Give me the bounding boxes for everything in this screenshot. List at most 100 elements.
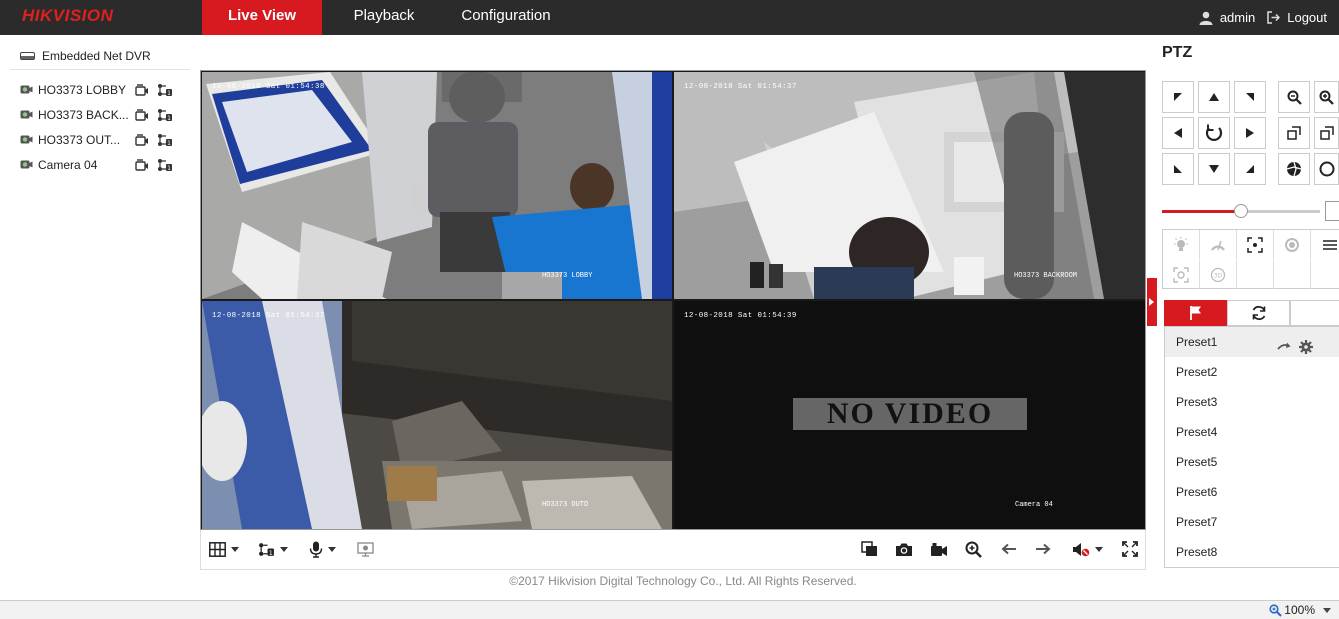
preset-item[interactable]: Preset3 (1165, 387, 1339, 417)
iris-open-button[interactable] (1278, 153, 1310, 185)
ptz-up-right-button[interactable] (1234, 81, 1266, 113)
record-toggle-icon[interactable] (135, 158, 149, 171)
video-record-icon (931, 542, 947, 556)
camera-icon (20, 110, 33, 119)
tab-preset[interactable] (1164, 300, 1227, 326)
e-ptz-icon (357, 541, 374, 557)
focus-frame-icon (1247, 236, 1263, 253)
record-toggle-icon[interactable] (135, 83, 149, 96)
capture-button[interactable] (895, 538, 913, 560)
tab-playback[interactable]: Playback (338, 0, 430, 35)
zoom-in-button[interactable] (1314, 81, 1339, 113)
stream-type-icon[interactable]: 1 (157, 158, 173, 172)
empty-slot (1311, 260, 1339, 289)
tab-patrol[interactable] (1227, 300, 1290, 326)
e-ptz-button[interactable] (357, 538, 374, 560)
ptz-speed-slider[interactable] (1162, 204, 1320, 218)
user-area: admin Logout (1199, 0, 1339, 35)
preset-item[interactable]: Preset6 (1165, 477, 1339, 507)
record-toggle-icon[interactable] (135, 133, 149, 146)
arrow-right-icon (1036, 543, 1051, 555)
preset-label: Preset2 (1176, 365, 1218, 379)
ptz-right-button[interactable] (1234, 117, 1266, 149)
record-toggle-icon[interactable] (135, 108, 149, 121)
video-tile-backroom[interactable]: 12-08-2018 Sat 01:54:37 HO3373 BACKROOM (674, 72, 1145, 299)
flag-icon (1189, 306, 1201, 320)
speaker-muted-icon (1073, 542, 1090, 556)
logout-label: Logout (1287, 10, 1327, 25)
ptz-auto-scan-button[interactable] (1198, 117, 1230, 149)
tab-configuration[interactable]: Configuration (450, 0, 562, 35)
preset-item[interactable]: Preset2 (1165, 357, 1339, 387)
zoom-in-icon (965, 541, 982, 558)
svg-text:1: 1 (167, 165, 171, 172)
refresh-icon (1252, 305, 1265, 321)
camera-item-backroom[interactable]: HO3373 BACK... 1 (10, 102, 190, 127)
lens-init-button[interactable] (1274, 230, 1311, 259)
preset-item[interactable]: Preset8 (1165, 537, 1339, 567)
video-tile-outdoor[interactable]: 12-08-2018 Sat 01:54:37 HO3373 OUTD (202, 301, 672, 529)
window-layout-button[interactable] (209, 538, 239, 560)
3d-positioning-button[interactable]: 3D (1200, 260, 1237, 289)
more-menu-button[interactable] (1311, 230, 1339, 259)
ptz-panel-toggle[interactable] (1147, 278, 1157, 326)
focus-near-button[interactable] (1278, 117, 1310, 149)
chevron-down-icon (280, 546, 288, 552)
preset-item[interactable]: Preset5 (1165, 447, 1339, 477)
ptz-down-left-button[interactable] (1162, 153, 1194, 185)
zoom-level: 100% (1284, 603, 1315, 617)
ptz-left-button[interactable] (1162, 117, 1194, 149)
tab-live-view[interactable]: Live View (202, 0, 322, 35)
audio-talk-button[interactable] (309, 538, 336, 560)
previous-page-button[interactable] (1001, 538, 1017, 560)
svg-text:3D: 3D (1214, 272, 1223, 279)
stream-type-icon[interactable]: 1 (157, 83, 173, 97)
ptz-function-panel: 3D (1162, 229, 1339, 289)
grid-layout-icon (209, 541, 226, 557)
browser-status-bar: 100% (0, 600, 1339, 619)
manual-tracking-button[interactable] (1163, 260, 1200, 289)
camera-item-camera-04[interactable]: Camera 04 1 (10, 152, 190, 177)
digital-zoom-button[interactable] (965, 538, 982, 560)
camera-item-lobby[interactable]: HO3373 LOBBY 1 (10, 77, 190, 102)
tab-pattern[interactable] (1290, 300, 1339, 326)
record-button[interactable] (930, 538, 948, 560)
ptz-down-button[interactable] (1198, 153, 1230, 185)
fullscreen-button[interactable] (1122, 538, 1138, 560)
ptz-up-left-button[interactable] (1162, 81, 1194, 113)
video-tile-camera-04[interactable]: 12-08-2018 Sat 01:54:39 NO VIDEO Camera … (674, 301, 1145, 529)
logout-button[interactable]: Logout (1267, 10, 1327, 25)
preset-item[interactable]: Preset7 (1165, 507, 1339, 537)
wiper-button[interactable] (1200, 230, 1237, 259)
focus-far-icon (1319, 126, 1334, 140)
audio-mute-button[interactable] (1072, 538, 1103, 560)
ptz-down-right-button[interactable] (1234, 153, 1266, 185)
arrow-up-right-icon (1246, 93, 1254, 101)
camera-label: HO3373 BACK... (38, 107, 129, 122)
stop-all-preview-button[interactable] (861, 538, 878, 560)
zoom-out-button[interactable] (1278, 81, 1310, 113)
slider-knob[interactable] (1234, 204, 1248, 218)
focus-far-button[interactable] (1314, 117, 1339, 149)
stream-type-icon[interactable]: 1 (157, 133, 173, 147)
next-page-button[interactable] (1035, 538, 1051, 560)
preset-item[interactable]: Preset1 (1165, 327, 1339, 357)
auto-focus-button[interactable] (1237, 230, 1274, 259)
preset-item[interactable]: Preset4 (1165, 417, 1339, 447)
stream-type-button[interactable]: 1 (258, 538, 288, 560)
iris-close-button[interactable] (1314, 153, 1339, 185)
svg-text:1: 1 (167, 90, 171, 97)
zoom-level-control[interactable]: 100% (1269, 603, 1331, 617)
device-root[interactable]: Embedded Net DVR (10, 42, 190, 70)
video-tile-lobby[interactable]: 12-08-2018 Sat 01:54:38 HO3373 LOBBY (202, 72, 672, 299)
chevron-down-icon (1323, 607, 1331, 613)
light-button[interactable] (1163, 230, 1200, 259)
stream-type-icon: 1 (259, 542, 274, 556)
user-menu[interactable]: admin (1199, 10, 1255, 25)
video-channel-name: Camera 04 (1015, 501, 1053, 509)
camera-item-outdoor[interactable]: HO3373 OUT... 1 (10, 127, 190, 152)
wiper-icon (1211, 240, 1225, 251)
stream-type-icon[interactable]: 1 (157, 108, 173, 122)
preset-list: Preset1 Preset2 Preset3 Preset4 Preset5 … (1164, 326, 1339, 568)
ptz-up-button[interactable] (1198, 81, 1230, 113)
